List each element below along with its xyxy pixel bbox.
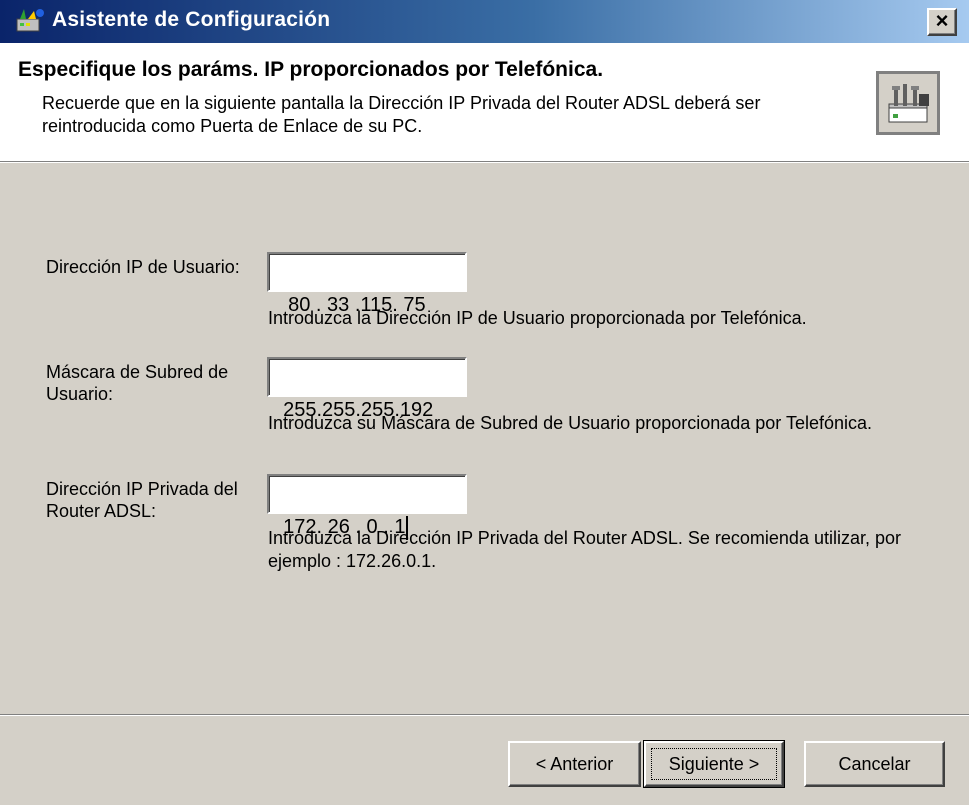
wizard-app-icon [16, 9, 44, 32]
title-bar: Asistente de Configuración × [0, 0, 969, 43]
subnet-mask-input[interactable]: 255.255.255.192 [267, 357, 467, 421]
router-ip-hint: Introduzca la Dirección IP Privada del R… [268, 528, 901, 571]
page-title: Especifique los paráms. IP proporcionado… [18, 58, 604, 81]
user-ip-hint: Introduzca la Dirección IP de Usuario pr… [268, 308, 807, 328]
router-ip-label: Dirección IP Privada del Router ADSL: [46, 479, 238, 521]
user-ip-label: Dirección IP de Usuario: [46, 257, 240, 277]
user-ip-input[interactable]: 80 . 33 .115. 75 [267, 252, 467, 316]
back-button[interactable]: < Anterior [508, 741, 641, 787]
wizard-header: Especifique los paráms. IP proporcionado… [0, 43, 969, 161]
subnet-mask-hint: Introduzca su Máscara de Subred de Usuar… [268, 413, 873, 433]
router-ip-input[interactable]: 172. 26 . 0 . 1 [267, 474, 467, 540]
close-icon: × [935, 8, 949, 33]
next-button[interactable]: Siguiente > [643, 740, 785, 788]
page-description: Recuerde que en la siguiente pantalla la… [42, 93, 761, 136]
focus-rectangle [651, 748, 777, 780]
window-title: Asistente de Configuración [52, 8, 331, 31]
cancel-button[interactable]: Cancelar [804, 741, 945, 787]
network-device-icon [876, 71, 940, 135]
close-button[interactable]: × [927, 8, 957, 36]
subnet-mask-label: Máscara de Subred de Usuario: [46, 362, 229, 404]
